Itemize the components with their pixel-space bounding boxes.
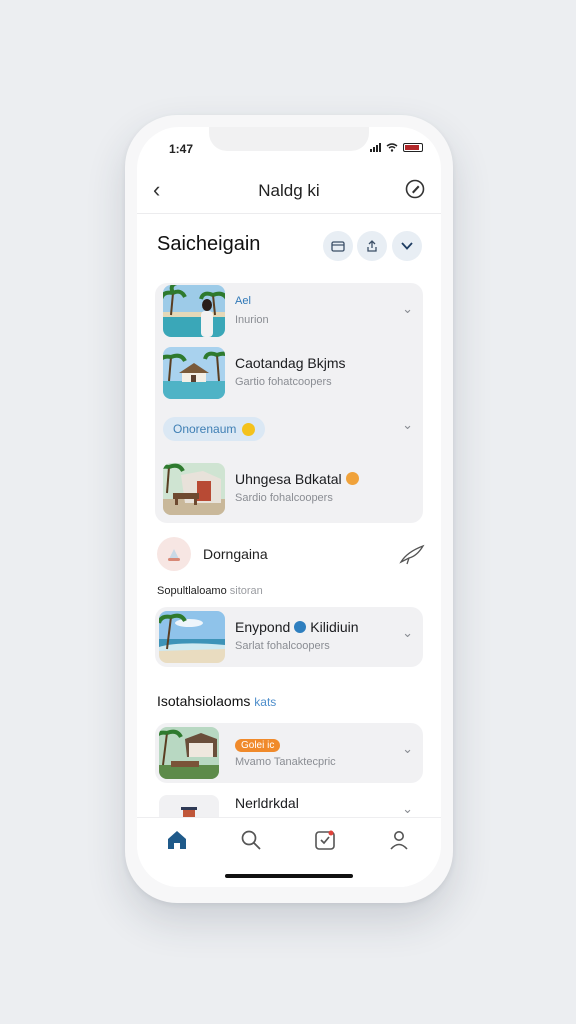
home-icon[interactable] — [165, 828, 189, 852]
shared-item-label: Dorngaina — [203, 546, 268, 562]
emoji-icon — [242, 422, 256, 436]
status-badge: Golei ic — [235, 739, 281, 752]
home-indicator — [225, 874, 353, 878]
bookings-icon[interactable] — [313, 828, 337, 852]
paper-plane-icon[interactable] — [399, 542, 425, 566]
row-subtitle: Gartio fohatcoopers — [235, 376, 332, 388]
row-subtitle: Mvamo Tanaktecpric — [235, 756, 336, 768]
row-title: Caotandag Bkjms — [235, 355, 346, 371]
list-item[interactable]: Uhngesa Bdkatal Sardio fohalcoopers — [155, 461, 423, 515]
screen-title: Naldg ki — [258, 181, 320, 200]
verified-icon — [294, 621, 307, 633]
row-subtitle: Inurion — [235, 314, 269, 326]
section-title: Saicheigain — [157, 233, 261, 255]
row-title: Uhngesa Bdkatal — [235, 471, 359, 487]
section-heading: Isotahsiolaoms kats — [157, 693, 277, 709]
list-item[interactable]: Caotandag Bkjms Gartio fohatcoopers — [155, 345, 423, 399]
list-item[interactable]: Golei ic Mvamo Tanaktecpric ⌄ — [155, 723, 423, 783]
expand-button[interactable] — [392, 231, 422, 261]
category-pill[interactable]: Onorenaum — [163, 417, 266, 441]
app-screen: 1:47 ‹ Naldg ki Saicheigain Ael Inurion … — [137, 127, 441, 887]
list-item[interactable]: Ael Inurion ⌄ — [155, 283, 423, 337]
bungalow-thumbnail — [163, 463, 225, 515]
signal-icon — [370, 143, 381, 152]
chevron-down-icon[interactable]: ⌄ — [402, 741, 413, 757]
notch — [209, 127, 369, 151]
resort-pool-thumbnail — [163, 285, 225, 337]
avatar — [157, 537, 191, 571]
row-title: Nerldrkdal — [235, 795, 299, 811]
pill-label: Onorenaum — [173, 422, 237, 436]
chevron-down-icon[interactable]: ⌄ — [402, 417, 413, 433]
status-time: 1:47 — [169, 142, 194, 156]
battery-icon — [403, 143, 423, 152]
featured-card[interactable]: Enypond Kilidiuin Sarlat fohalcoopers ⌄ — [155, 607, 423, 667]
accommodation-group-card: Ael Inurion ⌄ Caotandag Bkjms Gartio foh… — [155, 283, 423, 523]
chevron-down-icon[interactable]: ⌄ — [402, 301, 413, 317]
navigation-bar: ‹ Naldg ki — [137, 169, 441, 214]
status-icons — [370, 143, 423, 152]
shared-item-row[interactable]: Dorngaina — [157, 537, 427, 573]
row-badge-line: Golei ic — [235, 735, 281, 752]
share-icon — [367, 240, 377, 252]
profile-icon[interactable] — [387, 828, 411, 852]
chevron-down-icon[interactable]: ⌄ — [402, 625, 413, 641]
beach-thumbnail — [159, 611, 225, 663]
row-subtitle: Sardio fohalcoopers — [235, 492, 333, 504]
search-icon[interactable] — [239, 828, 263, 852]
calendar-button[interactable] — [323, 231, 353, 261]
featured-title: Enypond Kilidiuin — [235, 619, 359, 635]
chevron-down-icon[interactable]: ⌄ — [402, 801, 413, 817]
featured-subtitle: Sarlat fohalcoopers — [235, 640, 330, 652]
meta-line: Sopultlaloamo sitoran — [157, 585, 263, 597]
chevron-down-icon — [401, 242, 413, 250]
lounge-thumbnail — [159, 727, 219, 779]
share-button[interactable] — [357, 231, 387, 261]
row-title: Ael — [235, 295, 251, 307]
calendar-icon — [331, 241, 345, 252]
emoji-icon — [345, 472, 359, 485]
edit-icon[interactable] — [403, 177, 427, 201]
villa-pool-thumbnail — [163, 347, 225, 399]
wifi-icon — [386, 143, 398, 152]
